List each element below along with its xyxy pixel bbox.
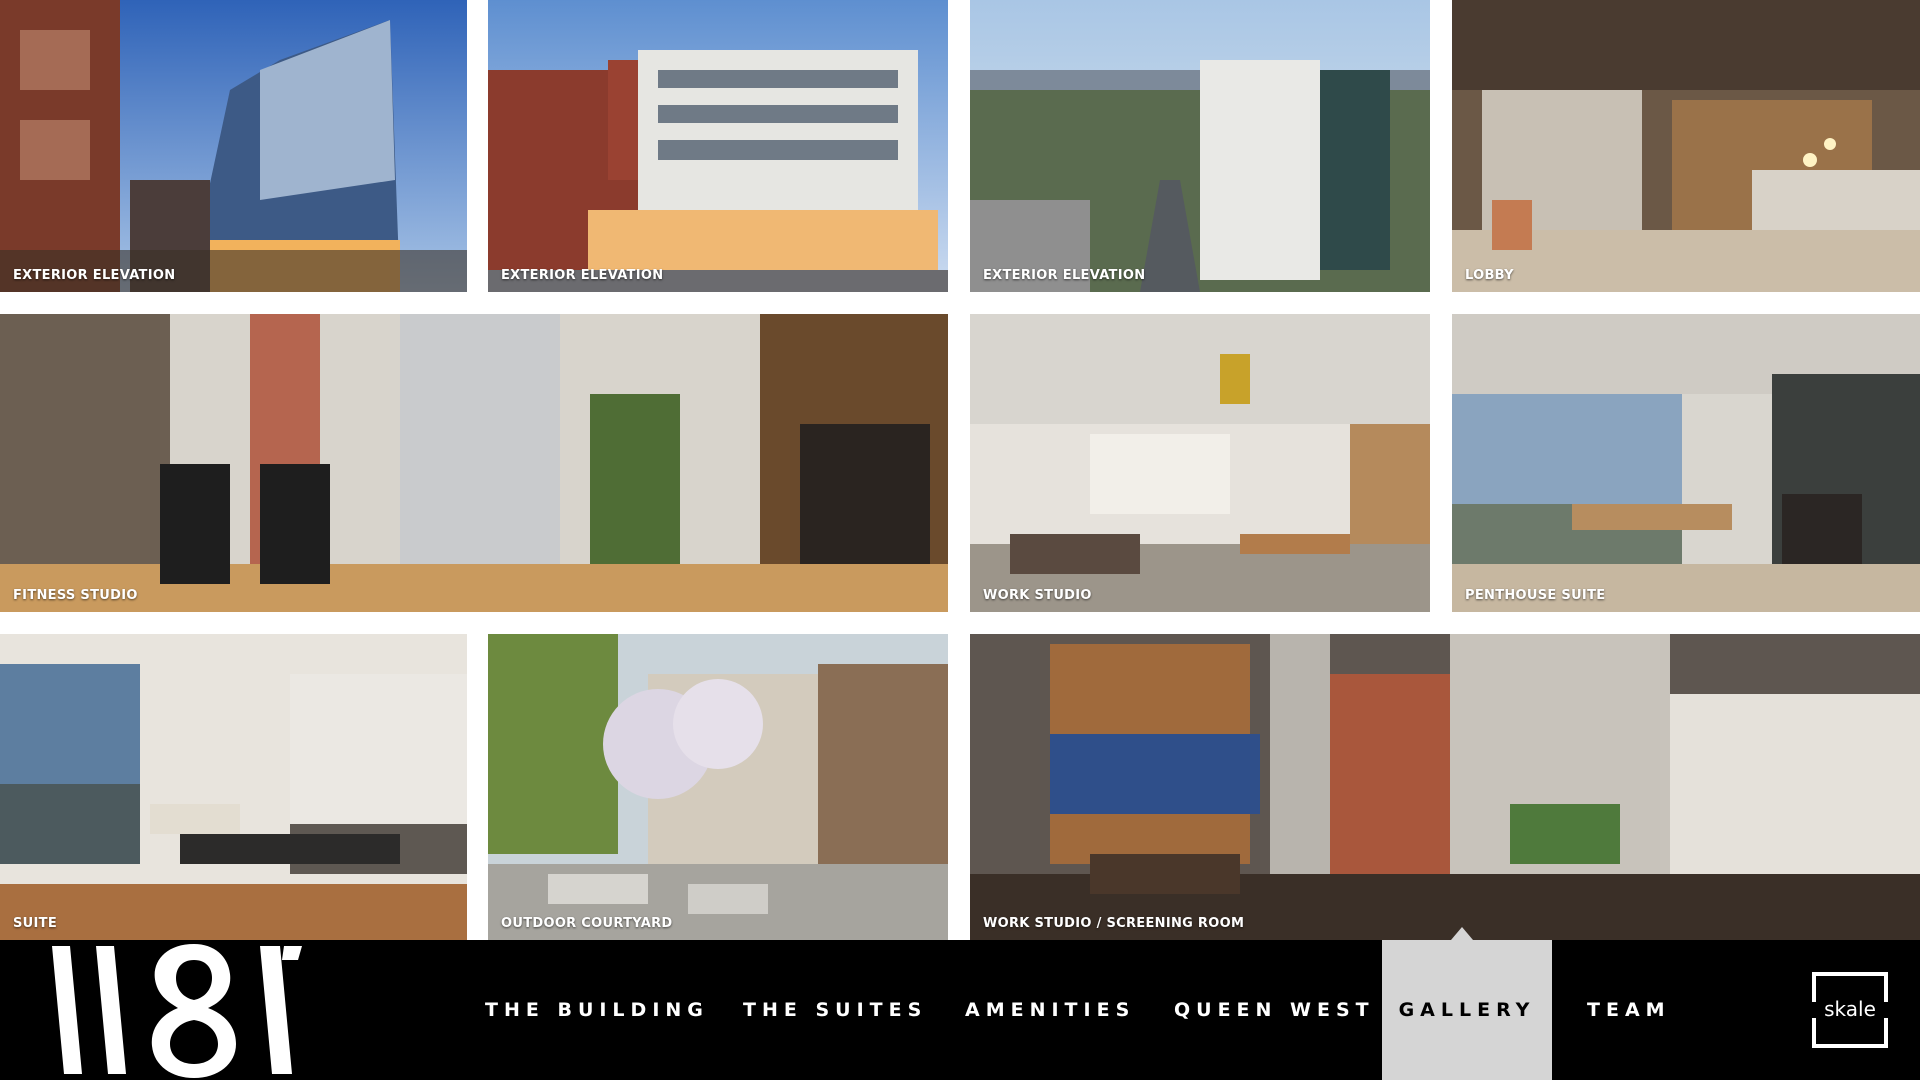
gallery-tile-work-studio[interactable]: WORK STUDIO	[970, 314, 1430, 612]
gallery-tile-exterior-2[interactable]: EXTERIOR ELEVATION	[488, 0, 948, 292]
nav-item-gallery[interactable]: GALLERY	[1382, 940, 1552, 1080]
nav-item-queen-west[interactable]: QUEEN WEST	[1174, 940, 1375, 1080]
tile-caption: WORK STUDIO / SCREENING ROOM	[983, 916, 1245, 931]
gallery-tile-lobby[interactable]: LOBBY	[1452, 0, 1920, 292]
tile-caption: FITNESS STUDIO	[13, 588, 138, 603]
suite-image	[0, 634, 467, 940]
tile-caption: SUITE	[13, 916, 58, 931]
exterior-elevation-image	[970, 0, 1430, 292]
main-navigation: THE BUILDING THE SUITES AMENITIES QUEEN …	[0, 940, 1920, 1080]
exterior-elevation-image	[488, 0, 948, 292]
screening-room-image	[970, 634, 1920, 940]
gallery-tile-penthouse-suite[interactable]: PENTHOUSE SUITE	[1452, 314, 1920, 612]
gallery-tile-screening-room[interactable]: WORK STUDIO / SCREENING ROOM	[970, 634, 1920, 940]
gallery-tile-suite[interactable]: SUITE	[0, 634, 467, 940]
gallery-tile-outdoor-courtyard[interactable]: OUTDOOR COURTYARD	[488, 634, 948, 940]
gallery-tile-exterior-1[interactable]: EXTERIOR ELEVATION	[0, 0, 467, 292]
tile-caption: WORK STUDIO	[983, 588, 1092, 603]
work-studio-image	[970, 314, 1430, 612]
exterior-elevation-image	[0, 0, 467, 292]
gallery-tile-exterior-3[interactable]: EXTERIOR ELEVATION	[970, 0, 1430, 292]
nav-item-amenities[interactable]: AMENITIES	[965, 940, 1135, 1080]
1181-logo[interactable]	[46, 940, 346, 1080]
lobby-image	[1452, 0, 1920, 292]
gallery-tile-fitness-studio[interactable]: FITNESS STUDIO	[0, 314, 948, 612]
tile-caption: EXTERIOR ELEVATION	[13, 268, 176, 283]
nav-item-team[interactable]: TEAM	[1587, 940, 1671, 1080]
tile-caption: EXTERIOR ELEVATION	[983, 268, 1146, 283]
fitness-studio-image	[0, 314, 948, 612]
nav-item-the-suites[interactable]: THE SUITES	[743, 940, 927, 1080]
penthouse-suite-image	[1452, 314, 1920, 612]
tile-caption: OUTDOOR COURTYARD	[501, 916, 673, 931]
tile-caption: PENTHOUSE SUITE	[1465, 588, 1606, 603]
tile-caption: EXTERIOR ELEVATION	[501, 268, 664, 283]
outdoor-courtyard-image	[488, 634, 948, 940]
tile-caption: LOBBY	[1465, 268, 1514, 283]
nav-item-the-building[interactable]: THE BUILDING	[485, 940, 709, 1080]
skale-logo[interactable]: skale	[1814, 996, 1886, 1022]
active-tab-caret-icon	[1451, 927, 1473, 940]
